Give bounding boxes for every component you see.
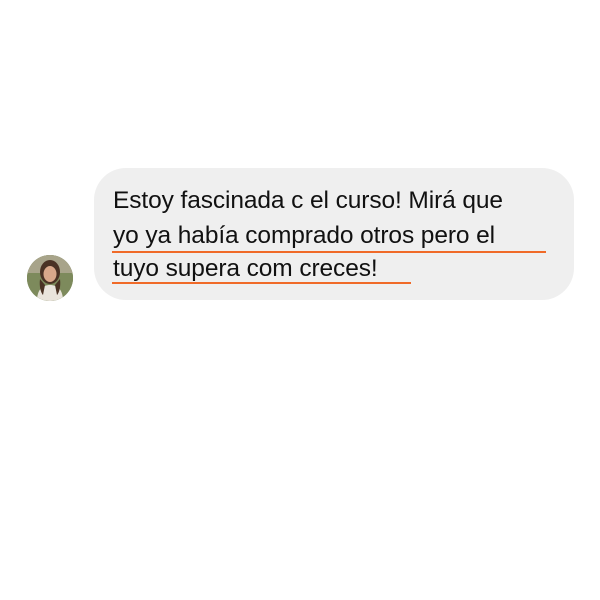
sender-avatar[interactable] xyxy=(27,255,73,301)
highlight-underline-2 xyxy=(112,282,411,284)
message-text-line-3: tuyo supera com creces! xyxy=(113,255,378,282)
avatar-photo-icon xyxy=(27,255,73,301)
highlight-underline-1 xyxy=(112,251,546,253)
chat-canvas: Estoy fascinada c el curso! Mirá que yo … xyxy=(0,0,600,600)
message-text-line-2: yo ya había comprado otros pero el xyxy=(113,222,496,249)
message-text-line-1: Estoy fascinada c el curso! Mirá que xyxy=(113,187,503,214)
